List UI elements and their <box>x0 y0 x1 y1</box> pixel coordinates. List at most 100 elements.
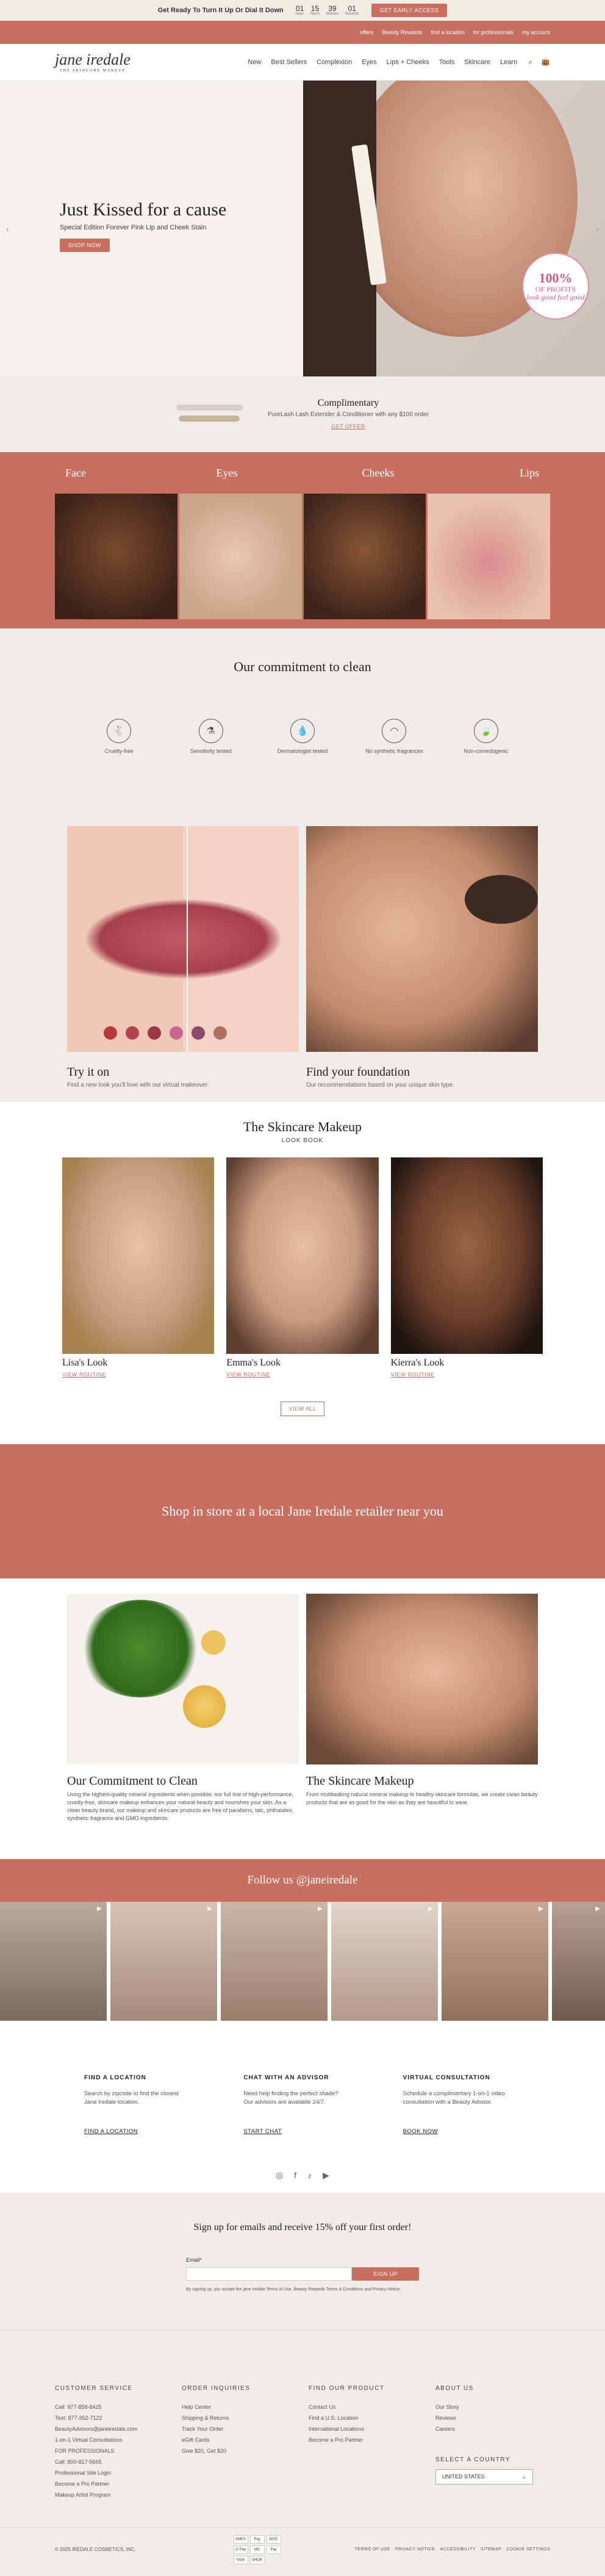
footer-link[interactable]: Our Story <box>435 2404 550 2410</box>
look-card[interactable]: Kierra's Look VIEW ROUTINE <box>390 1157 543 1380</box>
try-it-on-card[interactable]: Try it on Find a new look you'll love wi… <box>67 826 299 1088</box>
nav-complexion[interactable]: Complexion <box>317 59 352 66</box>
view-routine-link[interactable]: VIEW ROUTINE <box>391 1372 435 1378</box>
cookie-settings-link[interactable]: COOKIE SETTINGS <box>506 2547 550 2552</box>
category-face-image[interactable] <box>55 494 177 619</box>
newsletter-section: Sign up for emails and receive 15% off y… <box>0 2192 605 2330</box>
category-eyes[interactable]: Eyes <box>151 452 302 494</box>
shop-now-button[interactable]: SHOP NOW <box>60 239 110 252</box>
footer-link[interactable]: BeautyAdvisors@janeiredale.com <box>55 2426 170 2432</box>
nav-best-sellers[interactable]: Best Sellers <box>271 59 307 66</box>
ig-video-thumb[interactable] <box>110 1902 217 2021</box>
view-all-button[interactable]: VIEW ALL <box>281 1401 324 1416</box>
util-offers[interactable]: offers <box>360 29 373 35</box>
hero-subtitle: Special Edition Forever Pink Lip and Che… <box>60 224 207 231</box>
copyright: © 2025 IREDALE COSMETICS, INC. <box>55 2547 136 2553</box>
ig-video-thumb[interactable] <box>441 1902 548 2021</box>
accessibility-link[interactable]: ACCESSIBILITY <box>440 2547 476 2552</box>
next-slide-icon[interactable]: › <box>596 224 599 234</box>
social-links: ◎ f ♪ ▶ <box>0 2170 605 2181</box>
footer-link[interactable]: Text: 877-352-7122 <box>55 2415 170 2421</box>
flask-icon: ⚗ <box>198 719 223 743</box>
footer-link[interactable]: Call: 877-858-8425 <box>55 2404 170 2410</box>
utility-bar: offers Beauty Rewards find a location fo… <box>0 21 605 44</box>
category-eyes-image[interactable] <box>179 494 302 619</box>
footer-link[interactable]: International Locations <box>309 2426 423 2432</box>
shade-swatch[interactable] <box>148 1026 161 1040</box>
shade-swatch[interactable] <box>170 1026 183 1040</box>
nav-eyes[interactable]: Eyes <box>362 59 376 66</box>
book-now-link[interactable]: BOOK NOW <box>403 2128 438 2135</box>
footer-link[interactable]: Become a Pro Partner <box>55 2481 170 2487</box>
util-my-account[interactable]: my account <box>522 29 550 35</box>
util-beauty-rewards[interactable]: Beauty Rewards <box>382 29 422 35</box>
look-card[interactable]: Emma's Look VIEW ROUTINE <box>226 1157 379 1380</box>
logo[interactable]: jane iredale THE SKINCARE MAKEUP <box>55 51 131 73</box>
footer-link[interactable]: Shipping & Returns <box>182 2415 296 2421</box>
nav-learn[interactable]: Learn <box>500 59 517 66</box>
tiktok-icon[interactable]: ♪ <box>307 2170 312 2181</box>
footer-link[interactable]: Find a U.S. Location <box>309 2415 423 2421</box>
get-offer-link[interactable]: GET OFFER <box>331 423 365 430</box>
shade-swatch[interactable] <box>192 1026 205 1040</box>
footer-link[interactable]: eGift Cards <box>182 2437 296 2443</box>
ig-video-thumb[interactable] <box>0 1902 107 2021</box>
footer-link[interactable]: Careers <box>435 2426 550 2432</box>
util-professionals[interactable]: for professionals <box>473 29 514 35</box>
ig-video-thumb[interactable] <box>220 1902 328 2021</box>
shop-pay-icon: SHOP <box>249 2555 265 2564</box>
nav-lips-cheeks[interactable]: Lips + Cheeks <box>387 59 429 66</box>
view-routine-link[interactable]: VIEW ROUTINE <box>226 1372 270 1378</box>
sign-up-button[interactable]: SIGN UP <box>352 2267 419 2281</box>
find-foundation-card[interactable]: Find your foundation Our recommendations… <box>306 826 538 1088</box>
view-routine-link[interactable]: VIEW ROUTINE <box>62 1372 106 1378</box>
youtube-icon[interactable]: ▶ <box>323 2170 329 2181</box>
newsletter-title: Sign up for emails and receive 15% off y… <box>193 2222 412 2232</box>
bag-icon[interactable]: 👜 <box>541 57 550 67</box>
footer-link[interactable]: Become a Pro Partner <box>309 2437 423 2443</box>
shade-swatch[interactable] <box>104 1026 117 1040</box>
category-cheeks-image[interactable] <box>303 494 426 619</box>
terms-link[interactable]: TERMS OF USE <box>354 2547 390 2552</box>
footer-link[interactable]: Help Center <box>182 2404 296 2410</box>
nav-new[interactable]: New <box>248 59 261 66</box>
sitemap-link[interactable]: SITEMAP <box>481 2547 501 2552</box>
clean-title: Our Commitment to Clean <box>67 1774 198 1788</box>
timer-minutes: 39 <box>328 4 337 13</box>
country-select[interactable]: UNITED STATES ⌄ <box>435 2469 533 2485</box>
footer-link[interactable]: Give $20, Get $20 <box>182 2448 296 2454</box>
instagram-icon[interactable]: ◎ <box>276 2170 283 2181</box>
skincare-card[interactable]: The Skincare Makeup From multitasking na… <box>306 1594 538 1822</box>
shade-swatch[interactable] <box>213 1026 227 1040</box>
privacy-link[interactable]: PRIVACY NOTICE <box>395 2547 435 2552</box>
visa-icon: VISA <box>233 2555 248 2564</box>
category-lips[interactable]: Lips <box>454 452 605 494</box>
util-find-location[interactable]: find a location <box>431 29 465 35</box>
facebook-icon[interactable]: f <box>294 2170 296 2181</box>
footer-link[interactable]: Makeup Artist Program <box>55 2492 170 2498</box>
ig-video-thumb[interactable] <box>331 1902 438 2021</box>
footer-link[interactable]: Call: 800-817-5665 <box>55 2459 170 2465</box>
footer-link[interactable]: Reviews <box>435 2415 550 2421</box>
footer-link[interactable]: 1-on-1 Virtual Consultations <box>55 2437 170 2443</box>
nav-tools[interactable]: Tools <box>439 59 455 66</box>
email-input[interactable] <box>186 2267 352 2281</box>
skincare-text: From multitasking natural mineral makeup… <box>306 1791 538 1806</box>
ig-video-thumb[interactable] <box>551 1902 605 2021</box>
look-card[interactable]: Lisa's Look VIEW ROUTINE <box>62 1157 215 1380</box>
footer-link[interactable]: Track Your Order <box>182 2426 296 2432</box>
store-banner[interactable]: Shop in store at a local Jane Iredale re… <box>0 1444 605 1578</box>
start-chat-link[interactable]: START CHAT <box>243 2128 282 2135</box>
early-access-button[interactable]: GET EARLY ACCESS <box>371 4 448 17</box>
shade-swatch[interactable] <box>126 1026 139 1040</box>
find-foundation-title: Find your foundation <box>306 1065 410 1079</box>
category-lips-image[interactable] <box>428 494 550 619</box>
footer-link[interactable]: Contact Us <box>309 2404 423 2410</box>
footer-link[interactable]: Professional Site Login <box>55 2470 170 2476</box>
category-face[interactable]: Face <box>0 452 151 494</box>
find-location-link[interactable]: FIND A LOCATION <box>84 2128 138 2135</box>
clean-card[interactable]: Our Commitment to Clean Using the highes… <box>67 1594 299 1822</box>
category-cheeks[interactable]: Cheeks <box>302 452 454 494</box>
search-icon[interactable]: ⌕ <box>528 57 532 67</box>
nav-skincare[interactable]: Skincare <box>464 59 490 66</box>
